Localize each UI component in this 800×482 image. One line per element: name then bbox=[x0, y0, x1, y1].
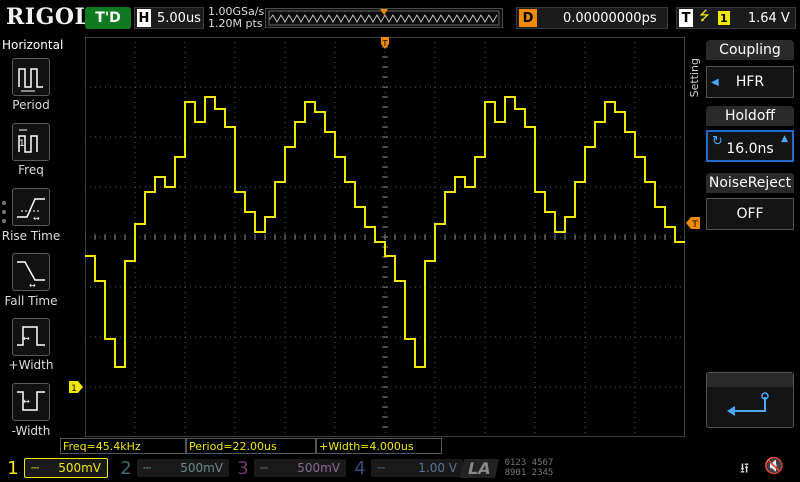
timebase-display[interactable]: H 5.00us bbox=[134, 7, 204, 29]
svg-text:↔: ↔ bbox=[23, 397, 30, 406]
timebase-label: H bbox=[137, 9, 151, 27]
channel2-number: 2 bbox=[120, 457, 132, 479]
freq-button[interactable]: 1 bbox=[12, 123, 50, 161]
freq-label: Freq bbox=[18, 163, 44, 177]
la-channel-map: 0123 4567 8901 2345 bbox=[505, 458, 554, 478]
channel2-scale: ⎓ 500mV bbox=[137, 459, 229, 477]
dc-coupling-icon: ⎓ bbox=[31, 462, 39, 474]
usb-icon: ⭿ bbox=[740, 461, 750, 477]
rise-time-icon: ↔ bbox=[17, 198, 45, 223]
noise-reject-toggle[interactable]: OFF bbox=[706, 198, 794, 230]
positive-width-icon: ↔ bbox=[17, 326, 45, 346]
channel4-number: 4 bbox=[354, 457, 366, 479]
delay-value: 0.00000000ps bbox=[563, 10, 657, 26]
return-icon bbox=[727, 392, 769, 416]
negative-width-button[interactable]: ↔ bbox=[12, 383, 50, 421]
rising-edge-icon: ⭍ bbox=[699, 9, 710, 24]
period-label: Period bbox=[12, 98, 50, 112]
channel3-scale: ⎓ 500mV bbox=[254, 459, 346, 477]
return-button[interactable] bbox=[706, 372, 794, 428]
la-row1: 0123 4567 bbox=[504, 458, 554, 468]
svg-text:↔: ↔ bbox=[29, 281, 36, 290]
fall-time-button[interactable]: ↔ bbox=[12, 253, 50, 291]
frequency-icon: 1 bbox=[18, 129, 38, 153]
negative-width-label: -Width bbox=[11, 424, 51, 438]
channel1-control[interactable]: 1 ⎓ 500mV bbox=[2, 457, 108, 479]
coupling-select[interactable]: ◀ HFR bbox=[706, 66, 794, 98]
return-button-header bbox=[707, 373, 793, 387]
svg-text:1: 1 bbox=[19, 139, 25, 149]
noise-reject-value: OFF bbox=[736, 206, 764, 222]
noise-reject-title: NoiseReject bbox=[706, 173, 794, 193]
scroll-dot bbox=[2, 210, 6, 214]
memory-waveform-preview bbox=[268, 9, 500, 26]
increment-icon: ▲ bbox=[781, 134, 788, 144]
channel1-scale-value: 500mV bbox=[58, 461, 101, 475]
menu-title: Horizontal bbox=[2, 38, 64, 52]
waveform-graticule[interactable]: T bbox=[85, 37, 685, 437]
trigger-level: 1.64 V bbox=[747, 10, 790, 26]
scroll-dot bbox=[2, 201, 6, 205]
channel3-number: 3 bbox=[237, 457, 249, 479]
delay-display[interactable]: D 0.00000000ps bbox=[516, 7, 668, 29]
channel3-scale-value: 500mV bbox=[297, 461, 340, 475]
fall-time-label: Fall Time bbox=[4, 294, 58, 308]
svg-text:1: 1 bbox=[71, 384, 77, 393]
trigger-label: T bbox=[679, 9, 693, 27]
holdoff-title: Holdoff bbox=[706, 106, 794, 126]
coupling-title: Coupling bbox=[706, 40, 794, 60]
logic-analyzer-control[interactable]: LA 0123 4567 8901 2345 bbox=[459, 457, 602, 479]
dc-coupling-icon: ⎓ bbox=[143, 462, 151, 474]
svg-text:T: T bbox=[382, 39, 388, 48]
channel1-number: 1 bbox=[7, 457, 19, 479]
holdoff-input[interactable]: ↻ 16.0ns ▲ bbox=[706, 130, 794, 162]
rise-time-button[interactable]: ↔ bbox=[12, 188, 50, 226]
channel1-offset-marker[interactable]: 1 bbox=[69, 381, 84, 393]
setting-tab-label: Setting bbox=[688, 58, 701, 98]
dc-coupling-icon: ⎓ bbox=[377, 462, 385, 474]
fall-time-icon: ↔ bbox=[17, 261, 45, 290]
memory-overview-strip[interactable] bbox=[265, 8, 503, 28]
positive-width-button[interactable]: ↔ bbox=[12, 318, 50, 356]
measure-positive-width[interactable]: +Width=4.000us bbox=[316, 438, 442, 454]
scroll-dot bbox=[2, 219, 6, 223]
period-button[interactable] bbox=[12, 58, 50, 96]
trigger-display[interactable]: T ⭍ 1 1.64 V bbox=[676, 7, 796, 29]
run-status-badge[interactable]: T'D bbox=[85, 7, 131, 29]
sample-info: 1.00GSa/s 1.20M pts bbox=[208, 6, 264, 30]
period-icon bbox=[18, 68, 43, 92]
negative-width-icon: ↔ bbox=[17, 391, 45, 411]
brand-logo: RIGOL bbox=[6, 4, 91, 30]
channel2-control[interactable]: 2 ⎓ 500mV bbox=[115, 457, 229, 479]
channel2-scale-value: 500mV bbox=[180, 461, 223, 475]
rise-time-label: Rise Time bbox=[1, 229, 61, 243]
left-arrow-icon: ◀ bbox=[711, 76, 719, 88]
la-row2: 8901 2345 bbox=[504, 468, 554, 478]
positive-width-label: +Width bbox=[8, 358, 54, 372]
channel3-control[interactable]: 3 ⎓ 500mV bbox=[232, 457, 346, 479]
dc-coupling-icon: ⎓ bbox=[260, 462, 268, 474]
channel4-scale-value: 1.00 V bbox=[418, 461, 457, 475]
measure-period[interactable]: Period=22.00us bbox=[186, 438, 316, 454]
channel4-scale: ⎓ 1.00 V bbox=[371, 459, 463, 477]
trigger-source-badge: 1 bbox=[717, 11, 730, 25]
coupling-value: HFR bbox=[735, 74, 765, 90]
la-label: LA bbox=[459, 458, 499, 478]
channel4-control[interactable]: 4 ⎓ 1.00 V bbox=[349, 457, 463, 479]
rotate-knob-icon: ↻ bbox=[712, 134, 723, 149]
channel1-scale: ⎓ 500mV bbox=[24, 458, 108, 478]
trigger-level-marker[interactable]: T bbox=[686, 217, 702, 229]
speaker-muted-icon[interactable]: 🔇 bbox=[764, 456, 784, 475]
trigger-position-marker bbox=[380, 9, 388, 15]
svg-text:↔: ↔ bbox=[33, 214, 40, 223]
svg-text:↔: ↔ bbox=[23, 334, 30, 343]
timebase-value: 5.00us bbox=[157, 10, 201, 26]
memory-depth: 1.20M pts bbox=[208, 17, 263, 30]
svg-text:T: T bbox=[691, 220, 698, 229]
measure-frequency[interactable]: Freq=45.4kHz bbox=[60, 438, 186, 454]
holdoff-value: 16.0ns bbox=[726, 141, 774, 157]
delay-label: D bbox=[519, 9, 537, 27]
